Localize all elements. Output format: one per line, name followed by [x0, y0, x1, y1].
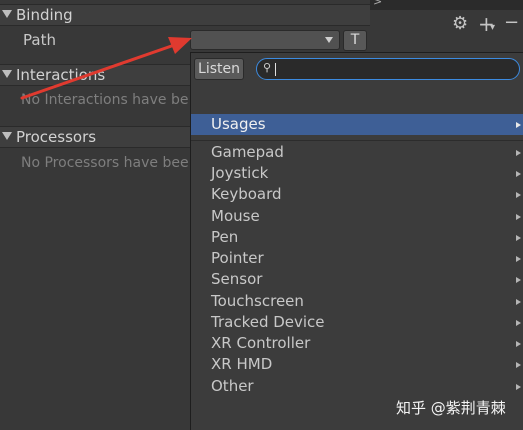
annotation-arrow	[20, 37, 192, 100]
watermark: 知乎 @紫荆青棘	[396, 399, 506, 417]
